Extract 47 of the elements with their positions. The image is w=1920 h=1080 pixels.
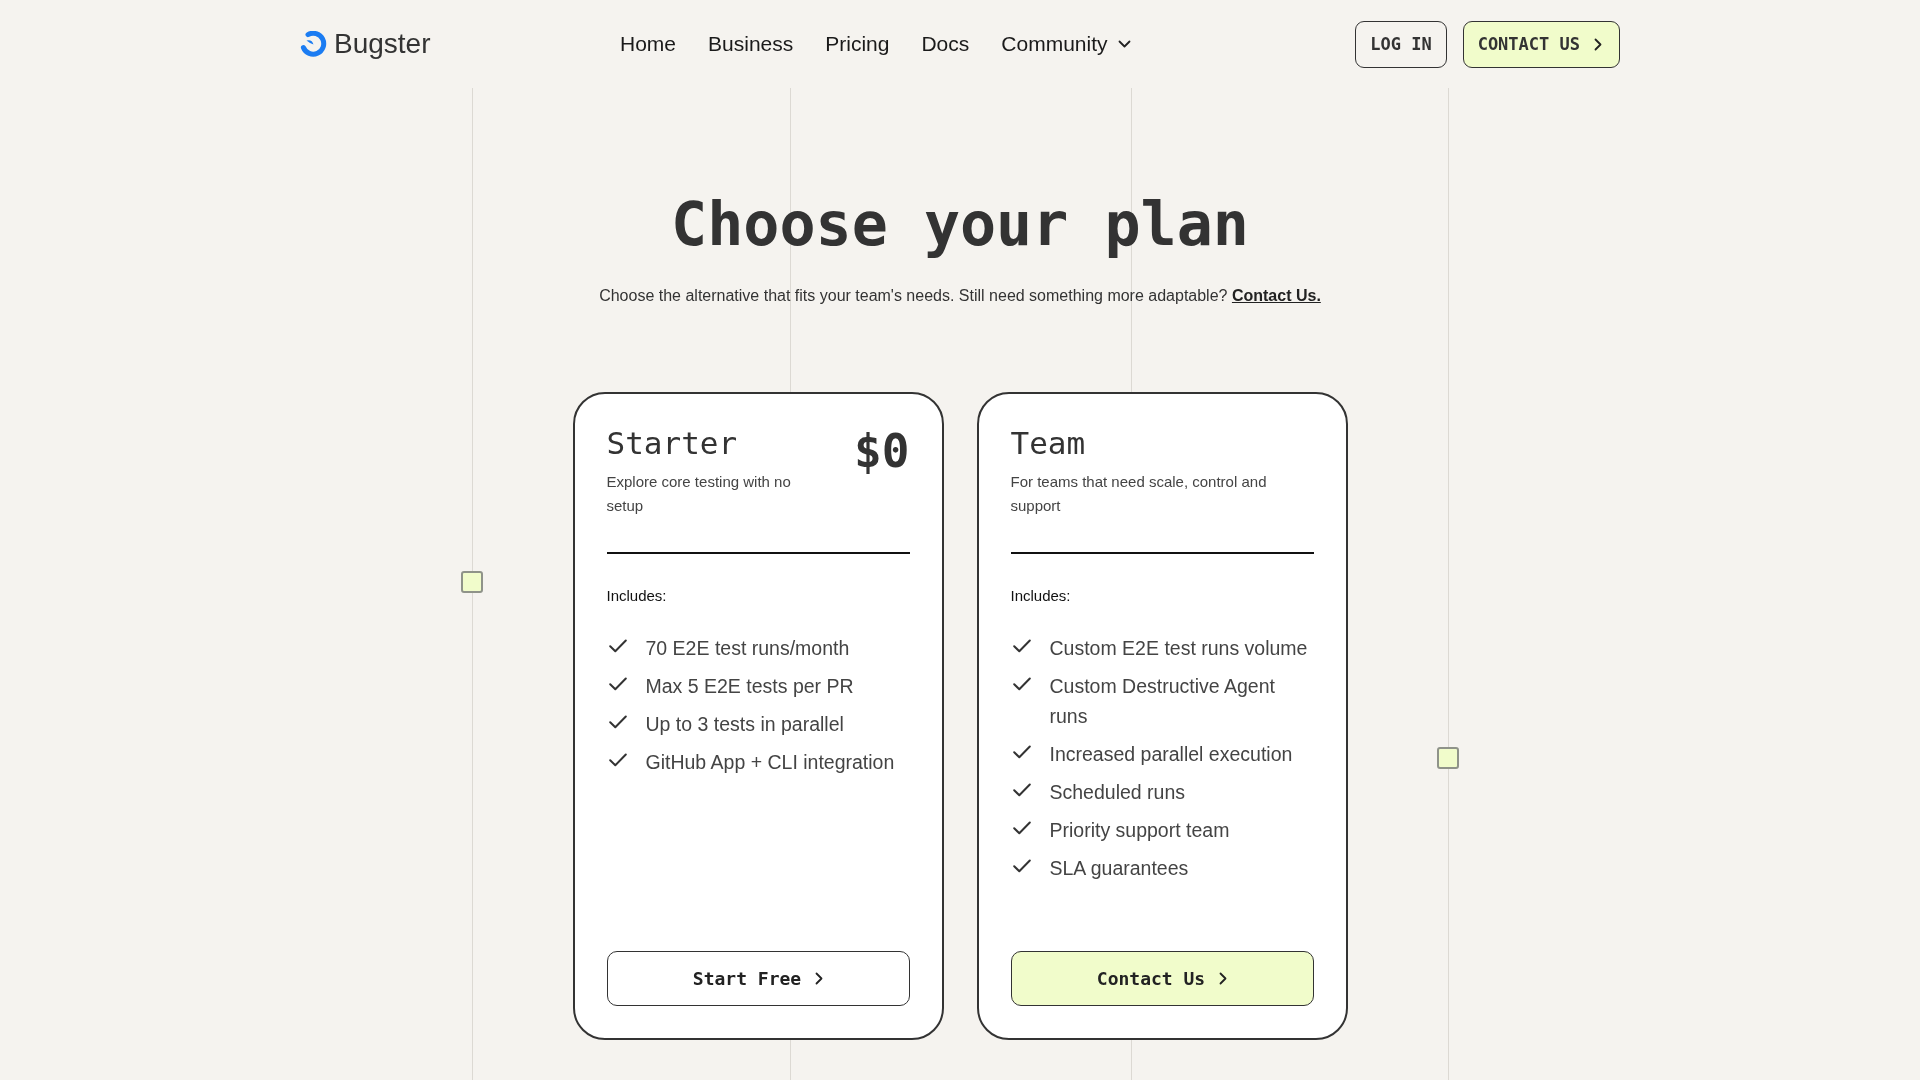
plan-name: Starter (606, 424, 739, 462)
feature-text: Custom E2E test runs volume (1049, 636, 1308, 661)
includes-label: Includes: (606, 586, 668, 606)
plan-description: Explore core testing with no setup (606, 472, 792, 516)
feature-text: Max 5 E2E tests per PR (645, 674, 854, 699)
chevron-right-icon (815, 972, 824, 985)
check-icon (1012, 677, 1031, 691)
check-icon (608, 639, 627, 653)
check-icon (1012, 821, 1031, 835)
feature-text: Custom Destructive Agent runs (1049, 674, 1276, 729)
chevron-right-icon (1219, 972, 1228, 985)
feature-text: Increased parallel execution (1049, 742, 1293, 767)
chevron-down-icon (1117, 40, 1131, 48)
nav-link[interactable]: Pricing (825, 30, 890, 58)
plan-button[interactable]: Contact Us (1010, 951, 1314, 1006)
feature-text: 70 E2E test runs/month (645, 636, 850, 661)
feature-text: Priority support team (1049, 818, 1230, 843)
plan-price: $0 (853, 424, 910, 478)
check-icon (1012, 745, 1031, 759)
feature-text: GitHub App + CLI integration (645, 750, 895, 775)
square-marker-icon (1437, 747, 1459, 769)
subtitle-text: Choose the alternative that fits your team's needs. Still need something more adaptable? Contact Us. (598, 286, 1322, 306)
check-icon (1012, 639, 1031, 653)
logo-link[interactable]: Bugster (300, 27, 431, 61)
page-title: Choose your plan (670, 189, 1250, 259)
nav-link[interactable]: Community (1001, 30, 1131, 58)
plan-name: Team (1010, 424, 1087, 462)
square-marker-icon (461, 571, 483, 593)
feature-text: Up to 3 tests in parallel (645, 712, 844, 737)
header-button[interactable]: LOG IN (1355, 20, 1447, 68)
nav-link[interactable]: Docs (921, 30, 970, 58)
check-icon (608, 677, 627, 691)
nav-link[interactable]: Home (620, 30, 677, 58)
plan-description: For teams that need scale, control and support (1010, 472, 1268, 516)
check-icon (1012, 783, 1031, 797)
check-icon (608, 715, 627, 729)
includes-label: Includes: (1010, 586, 1072, 606)
check-icon (608, 753, 627, 767)
header-button[interactable]: CONTACT US (1462, 20, 1620, 68)
chevron-right-icon (1594, 37, 1602, 51)
nav-link[interactable]: Business (708, 30, 794, 58)
feature-text: Scheduled runs (1049, 780, 1185, 805)
feature-text: SLA guarantees (1049, 856, 1189, 881)
check-icon (1012, 859, 1031, 873)
plan-button[interactable]: Start Free (606, 951, 910, 1006)
contact-link[interactable]: Contact Us. (1231, 287, 1321, 304)
logo-icon (300, 30, 327, 58)
